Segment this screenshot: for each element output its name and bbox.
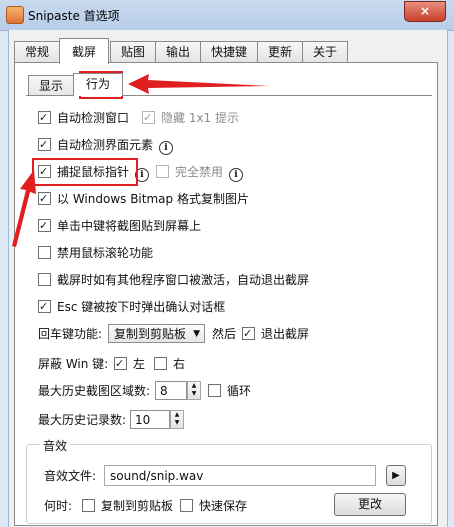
spin-up-icon[interactable]: ▲ xyxy=(171,411,183,419)
block-win-right-label: 右 xyxy=(173,357,186,371)
exit-capture-label: 退出截屏 xyxy=(261,327,310,341)
middle-click-paste-label: 单击中键将截图贴到屏幕上 xyxy=(57,219,202,233)
sound-copy-label: 复制到剪贴板 xyxy=(101,499,174,513)
exit-capture-checkbox[interactable] xyxy=(242,325,255,343)
tab-pin[interactable]: 贴图 xyxy=(110,41,156,63)
title-bar: Snipaste 首选项 × xyxy=(0,0,454,31)
window-title: Snipaste 首选项 xyxy=(28,9,120,23)
auto-exit-checkbox[interactable] xyxy=(38,273,51,286)
loop-checkbox[interactable] xyxy=(208,384,221,397)
esc-confirm-checkbox[interactable] xyxy=(38,298,51,316)
auto-detect-window-option[interactable]: 自动检测窗口 xyxy=(38,109,129,127)
block-win-label: 屏蔽 Win 键: xyxy=(38,357,109,371)
middle-click-paste-option[interactable]: 单击中键将截图贴到屏幕上 xyxy=(38,217,201,235)
annotation-highlight-capture-cursor xyxy=(32,158,138,186)
tab-about[interactable]: 关于 xyxy=(302,41,348,63)
loop-label: 循环 xyxy=(227,384,252,398)
enter-key-select[interactable]: 复制到剪贴板 ▼ xyxy=(108,324,205,343)
block-win-left-checkbox[interactable] xyxy=(114,355,127,373)
sound-save-checkbox[interactable] xyxy=(180,499,193,512)
copy-bitmap-option[interactable]: 以 Windows Bitmap 格式复制图片 xyxy=(38,190,249,208)
esc-confirm-option[interactable]: Esc 键被按下时弹出确认对话框 xyxy=(38,298,225,316)
disable-wheel-option[interactable]: 禁用鼠标滚轮功能 xyxy=(38,244,153,262)
esc-confirm-label: Esc 键被按下时弹出确认对话框 xyxy=(57,300,226,314)
play-sound-button[interactable]: ▶ xyxy=(386,465,406,486)
spin-down-icon[interactable]: ▼ xyxy=(171,419,183,427)
block-win-left-label: 左 xyxy=(133,357,146,371)
auto-detect-window-checkbox[interactable] xyxy=(38,109,51,127)
change-sound-button[interactable]: 更改 xyxy=(334,493,406,516)
spin-up-icon[interactable]: ▲ xyxy=(188,382,200,390)
enter-key-value: 复制到剪贴板 xyxy=(114,327,187,341)
when-label: 何时: xyxy=(44,499,73,513)
sound-file-input[interactable]: sound/snip.wav xyxy=(104,465,376,486)
play-icon: ▶ xyxy=(392,470,400,481)
hide-1x1-checkbox xyxy=(142,109,155,127)
history-regions-input[interactable]: 8 xyxy=(155,381,187,400)
sound-save-option[interactable]: 快速保存 xyxy=(180,497,247,515)
tab-shortcuts[interactable]: 快捷键 xyxy=(200,41,258,63)
subtab-display[interactable]: 显示 xyxy=(28,75,74,96)
sound-copy-option[interactable]: 复制到剪贴板 xyxy=(82,497,173,515)
hide-1x1-option: 隐藏 1x1 提示 xyxy=(142,109,239,127)
chevron-down-icon: ▼ xyxy=(193,329,200,339)
close-button[interactable]: × xyxy=(404,1,446,22)
auto-detect-elements-label: 自动检测界面元素 xyxy=(57,138,154,152)
tab-update[interactable]: 更新 xyxy=(257,41,303,63)
disable-wheel-checkbox[interactable] xyxy=(38,246,51,259)
history-regions-label: 最大历史截图区域数: xyxy=(38,384,151,398)
sound-file-label: 音效文件: xyxy=(44,469,97,483)
spin-down-icon[interactable]: ▼ xyxy=(188,390,200,398)
subtab-behavior[interactable]: 行为 xyxy=(73,73,123,96)
auto-exit-option[interactable]: 截屏时如有其他程序窗口被激活，自动退出截屏 xyxy=(38,271,309,289)
history-records-stepper[interactable]: ▲ ▼ xyxy=(170,410,184,429)
fully-disable-label: 完全禁用 xyxy=(175,165,224,179)
exit-capture-option[interactable]: 退出截屏 xyxy=(242,325,309,343)
auto-detect-elements-checkbox[interactable] xyxy=(38,136,51,154)
middle-click-paste-checkbox[interactable] xyxy=(38,217,51,235)
block-win-right-option[interactable]: 右 xyxy=(154,355,185,373)
fully-disable-option: 完全禁用 i xyxy=(156,163,244,182)
copy-bitmap-label: 以 Windows Bitmap 格式复制图片 xyxy=(57,192,249,206)
enter-key-label: 回车键功能: xyxy=(38,327,103,341)
then-label: 然后 xyxy=(212,327,237,341)
sound-save-label: 快速保存 xyxy=(199,499,248,513)
history-records-label: 最大历史记录数: xyxy=(38,413,127,427)
fully-disable-checkbox xyxy=(156,165,169,178)
info-icon[interactable]: i xyxy=(229,168,244,182)
block-win-left-option[interactable]: 左 xyxy=(114,355,145,373)
sound-group-label: 音效 xyxy=(40,437,71,455)
tab-general[interactable]: 常规 xyxy=(14,41,60,63)
history-regions-stepper[interactable]: ▲ ▼ xyxy=(187,381,201,400)
auto-detect-window-label: 自动检测窗口 xyxy=(57,111,130,125)
auto-detect-elements-option[interactable]: 自动检测界面元素 i xyxy=(38,136,174,155)
sound-copy-checkbox[interactable] xyxy=(82,499,95,512)
info-icon[interactable]: i xyxy=(159,141,174,155)
snipaste-logo-icon xyxy=(6,6,24,24)
tab-capture[interactable]: 截屏 xyxy=(59,38,109,64)
auto-exit-label: 截屏时如有其他程序窗口被激活，自动退出截屏 xyxy=(57,273,310,287)
disable-wheel-label: 禁用鼠标滚轮功能 xyxy=(57,246,154,260)
history-records-input[interactable]: 10 xyxy=(130,410,170,429)
hide-1x1-label: 隐藏 1x1 提示 xyxy=(161,111,240,125)
block-win-right-checkbox[interactable] xyxy=(154,357,167,370)
copy-bitmap-checkbox[interactable] xyxy=(38,190,51,208)
tab-output[interactable]: 输出 xyxy=(155,41,201,63)
loop-option[interactable]: 循环 xyxy=(208,382,251,400)
